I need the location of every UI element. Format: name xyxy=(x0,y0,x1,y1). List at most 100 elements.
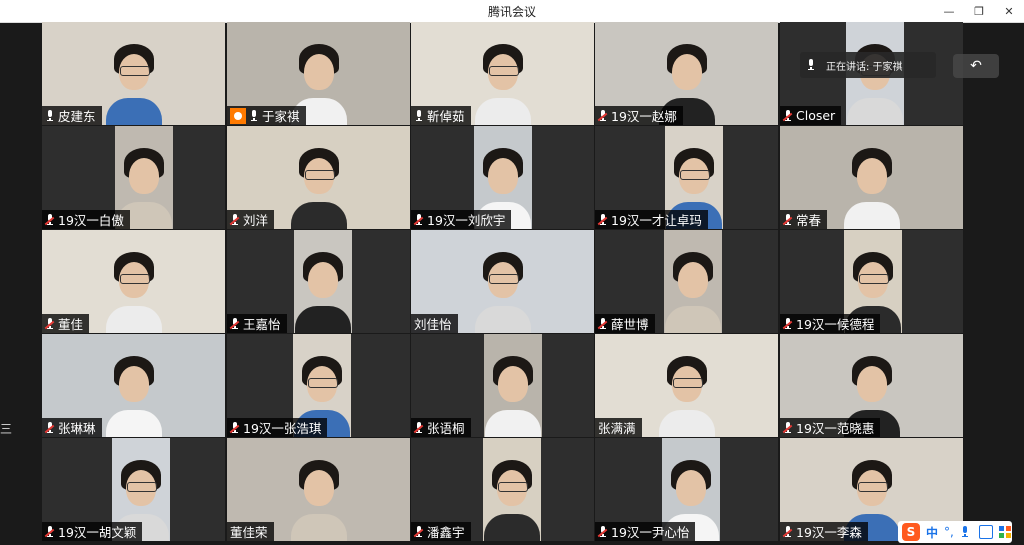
participant-name: 19汉一胡文颖 xyxy=(58,525,137,540)
person-body xyxy=(295,306,351,333)
participant-tile[interactable]: 19汉一胡文颖 xyxy=(42,438,225,541)
mic-muted-icon xyxy=(782,317,793,330)
speaking-indicator: 正在讲话: 于家祺 xyxy=(800,52,936,78)
mic-muted-icon xyxy=(413,421,424,434)
participant-tile[interactable]: 19汉一范晓惠 xyxy=(780,334,963,437)
ime-voice-icon[interactable] xyxy=(960,526,970,538)
participant-name: 薛世博 xyxy=(611,317,649,332)
participant-name: 19汉一刘欣宇 xyxy=(427,213,506,228)
title-bar: 腾讯会议 — ❐ ✕ xyxy=(0,0,1024,23)
undo-button[interactable]: ↶ xyxy=(953,54,999,78)
person-face xyxy=(308,262,338,298)
participant-nameplate: 19汉一尹心怡 xyxy=(595,522,696,541)
participant-nameplate: 皮建东 xyxy=(42,106,102,125)
participant-tile[interactable]: 皮建东 xyxy=(42,22,225,125)
participant-tile[interactable]: 薛世博 xyxy=(595,230,778,333)
mic-muted-icon xyxy=(229,421,240,434)
ime-toolbar[interactable]: S 中 °, xyxy=(898,521,1012,543)
participant-tile[interactable]: 19汉一张浩琪 xyxy=(227,334,410,437)
person-body xyxy=(290,202,347,229)
person-body xyxy=(485,410,541,437)
participant-tile[interactable]: 张满满 xyxy=(595,334,778,437)
person-body xyxy=(665,306,721,333)
mic-icon xyxy=(806,59,816,71)
glasses xyxy=(119,66,150,76)
participant-tile[interactable]: 刘佳怡 xyxy=(411,230,594,333)
ime-lang-toggle[interactable]: 中 xyxy=(926,524,938,541)
participant-tile[interactable]: 19汉一白傲 xyxy=(42,126,225,229)
participant-tile[interactable]: 19汉一刘欣宇 xyxy=(411,126,594,229)
person-body xyxy=(105,410,162,437)
participant-name: 刘洋 xyxy=(243,213,269,228)
participant-tile[interactable]: 于家祺 xyxy=(227,22,410,125)
participant-name: 19汉一赵娜 xyxy=(611,109,677,124)
participant-nameplate: 张满满 xyxy=(595,418,642,437)
participant-name: 董佳 xyxy=(58,317,84,332)
participant-name: 19汉一张浩琪 xyxy=(243,421,322,436)
participant-tile[interactable]: 张语桐 xyxy=(411,334,594,437)
ime-apps-icon[interactable] xyxy=(998,526,1011,538)
person-face xyxy=(856,158,887,194)
participant-tile[interactable]: 王嘉怡 xyxy=(227,230,410,333)
participant-name: 张满满 xyxy=(598,421,636,436)
mic-muted-icon xyxy=(597,317,608,330)
mic-icon xyxy=(45,109,55,122)
participant-name: 19汉一白傲 xyxy=(58,213,124,228)
host-icon xyxy=(230,107,246,124)
glasses xyxy=(488,274,519,284)
mic-icon xyxy=(414,109,424,122)
person-body xyxy=(484,514,540,541)
glasses xyxy=(498,482,528,492)
participant-tile[interactable]: 19汉一候德程 xyxy=(780,230,963,333)
participant-nameplate: 19汉一胡文颖 xyxy=(42,522,143,541)
close-button[interactable]: ✕ xyxy=(994,0,1024,22)
sidebar-toggle-icon[interactable]: 三 xyxy=(0,420,12,437)
restore-button[interactable]: ❐ xyxy=(964,0,994,22)
person-face xyxy=(303,470,334,506)
participant-nameplate: 刘佳怡 xyxy=(411,314,458,333)
participant-nameplate: 19汉一张浩琪 xyxy=(227,418,328,437)
participant-nameplate: 19汉一李森 xyxy=(780,522,868,541)
person-body xyxy=(290,514,347,541)
keyboard-icon[interactable] xyxy=(978,525,993,539)
participant-video xyxy=(483,438,541,541)
participant-tile[interactable]: 张琳琳 xyxy=(42,334,225,437)
glasses xyxy=(127,482,157,492)
participant-tile[interactable]: 董佳 xyxy=(42,230,225,333)
participant-name: 张语桐 xyxy=(427,421,465,436)
mic-icon xyxy=(249,109,259,122)
participant-nameplate: 张琳琳 xyxy=(42,418,102,437)
participant-tile[interactable]: 19汉一才让卓玛 xyxy=(595,126,778,229)
participant-nameplate: 19汉一才让卓玛 xyxy=(595,210,708,229)
glasses xyxy=(672,378,703,388)
mic-muted-icon xyxy=(782,421,793,434)
person-face xyxy=(303,54,334,90)
ime-punct-toggle[interactable]: °, xyxy=(944,525,954,539)
participant-tile[interactable]: 刘洋 xyxy=(227,126,410,229)
participant-nameplate: 潘鑫宇 xyxy=(411,522,471,541)
person-face xyxy=(671,54,702,90)
person-face xyxy=(678,262,708,298)
participant-tile[interactable]: 靳倬茹 xyxy=(411,22,594,125)
undo-icon: ↶ xyxy=(970,58,982,74)
sogou-logo-icon[interactable]: S xyxy=(902,523,920,541)
person-body xyxy=(105,306,162,333)
participant-name: 19汉一李森 xyxy=(796,525,862,540)
participant-tile[interactable]: 常春 xyxy=(780,126,963,229)
participant-tile[interactable]: 19汉一赵娜 xyxy=(595,22,778,125)
participant-nameplate: Closer xyxy=(780,106,842,125)
participant-tile[interactable]: 19汉一尹心怡 xyxy=(595,438,778,541)
person-face xyxy=(488,158,518,194)
mic-muted-icon xyxy=(597,109,608,122)
participant-tile[interactable]: 潘鑫宇 xyxy=(411,438,594,541)
participant-name: 王嘉怡 xyxy=(243,317,281,332)
participant-nameplate: 刘洋 xyxy=(227,210,275,229)
participant-tile[interactable]: 董佳荣 xyxy=(227,438,410,541)
person-face xyxy=(498,366,528,402)
participant-nameplate: 19汉一范晓惠 xyxy=(780,418,881,437)
person-face xyxy=(118,366,149,402)
glasses xyxy=(859,274,889,284)
person-body xyxy=(843,202,900,229)
mic-muted-icon xyxy=(44,213,55,226)
minimize-button[interactable]: — xyxy=(934,0,964,22)
